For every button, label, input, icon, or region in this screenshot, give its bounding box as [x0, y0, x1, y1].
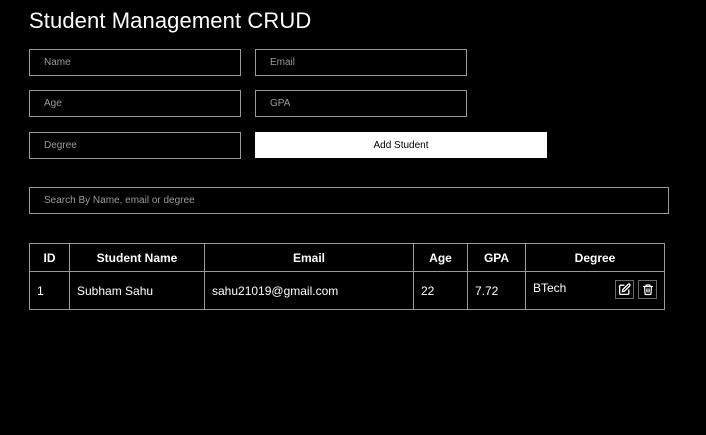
row-actions: [615, 280, 657, 299]
header-id: ID: [29, 243, 70, 272]
students-table: ID Student Name Email Age GPA Degree 1 S…: [29, 243, 665, 310]
degree-input[interactable]: [29, 132, 241, 159]
page-title: Student Management CRUD: [29, 8, 312, 33]
header-age: Age: [413, 243, 468, 272]
add-student-button[interactable]: Add Student: [255, 132, 547, 158]
header-degree: Degree: [525, 243, 665, 272]
search-input[interactable]: [29, 187, 669, 214]
cell-id: 1: [29, 271, 70, 310]
email-input[interactable]: [255, 49, 467, 76]
degree-value: BTech: [533, 281, 567, 295]
trash-icon: [642, 284, 653, 296]
cell-age: 22: [413, 271, 468, 310]
header-email: Email: [204, 243, 414, 272]
cell-email: sahu21019@gmail.com: [204, 271, 414, 310]
page: Student Management CRUD Add Student ID S…: [0, 0, 706, 435]
age-input[interactable]: [29, 90, 241, 117]
cell-gpa: 7.72: [467, 271, 526, 310]
cell-degree: BTech: [525, 271, 665, 310]
table-row: 1 Subham Sahu sahu21019@gmail.com 22 7.7…: [29, 271, 665, 310]
delete-button[interactable]: [638, 280, 657, 299]
edit-icon: [618, 283, 631, 296]
gpa-input[interactable]: [255, 90, 467, 117]
header-gpa: GPA: [467, 243, 526, 272]
table-header-row: ID Student Name Email Age GPA Degree: [29, 243, 665, 272]
cell-student-name: Subham Sahu: [69, 271, 205, 310]
header-student-name: Student Name: [69, 243, 205, 272]
name-input[interactable]: [29, 49, 241, 76]
edit-button[interactable]: [615, 280, 634, 299]
